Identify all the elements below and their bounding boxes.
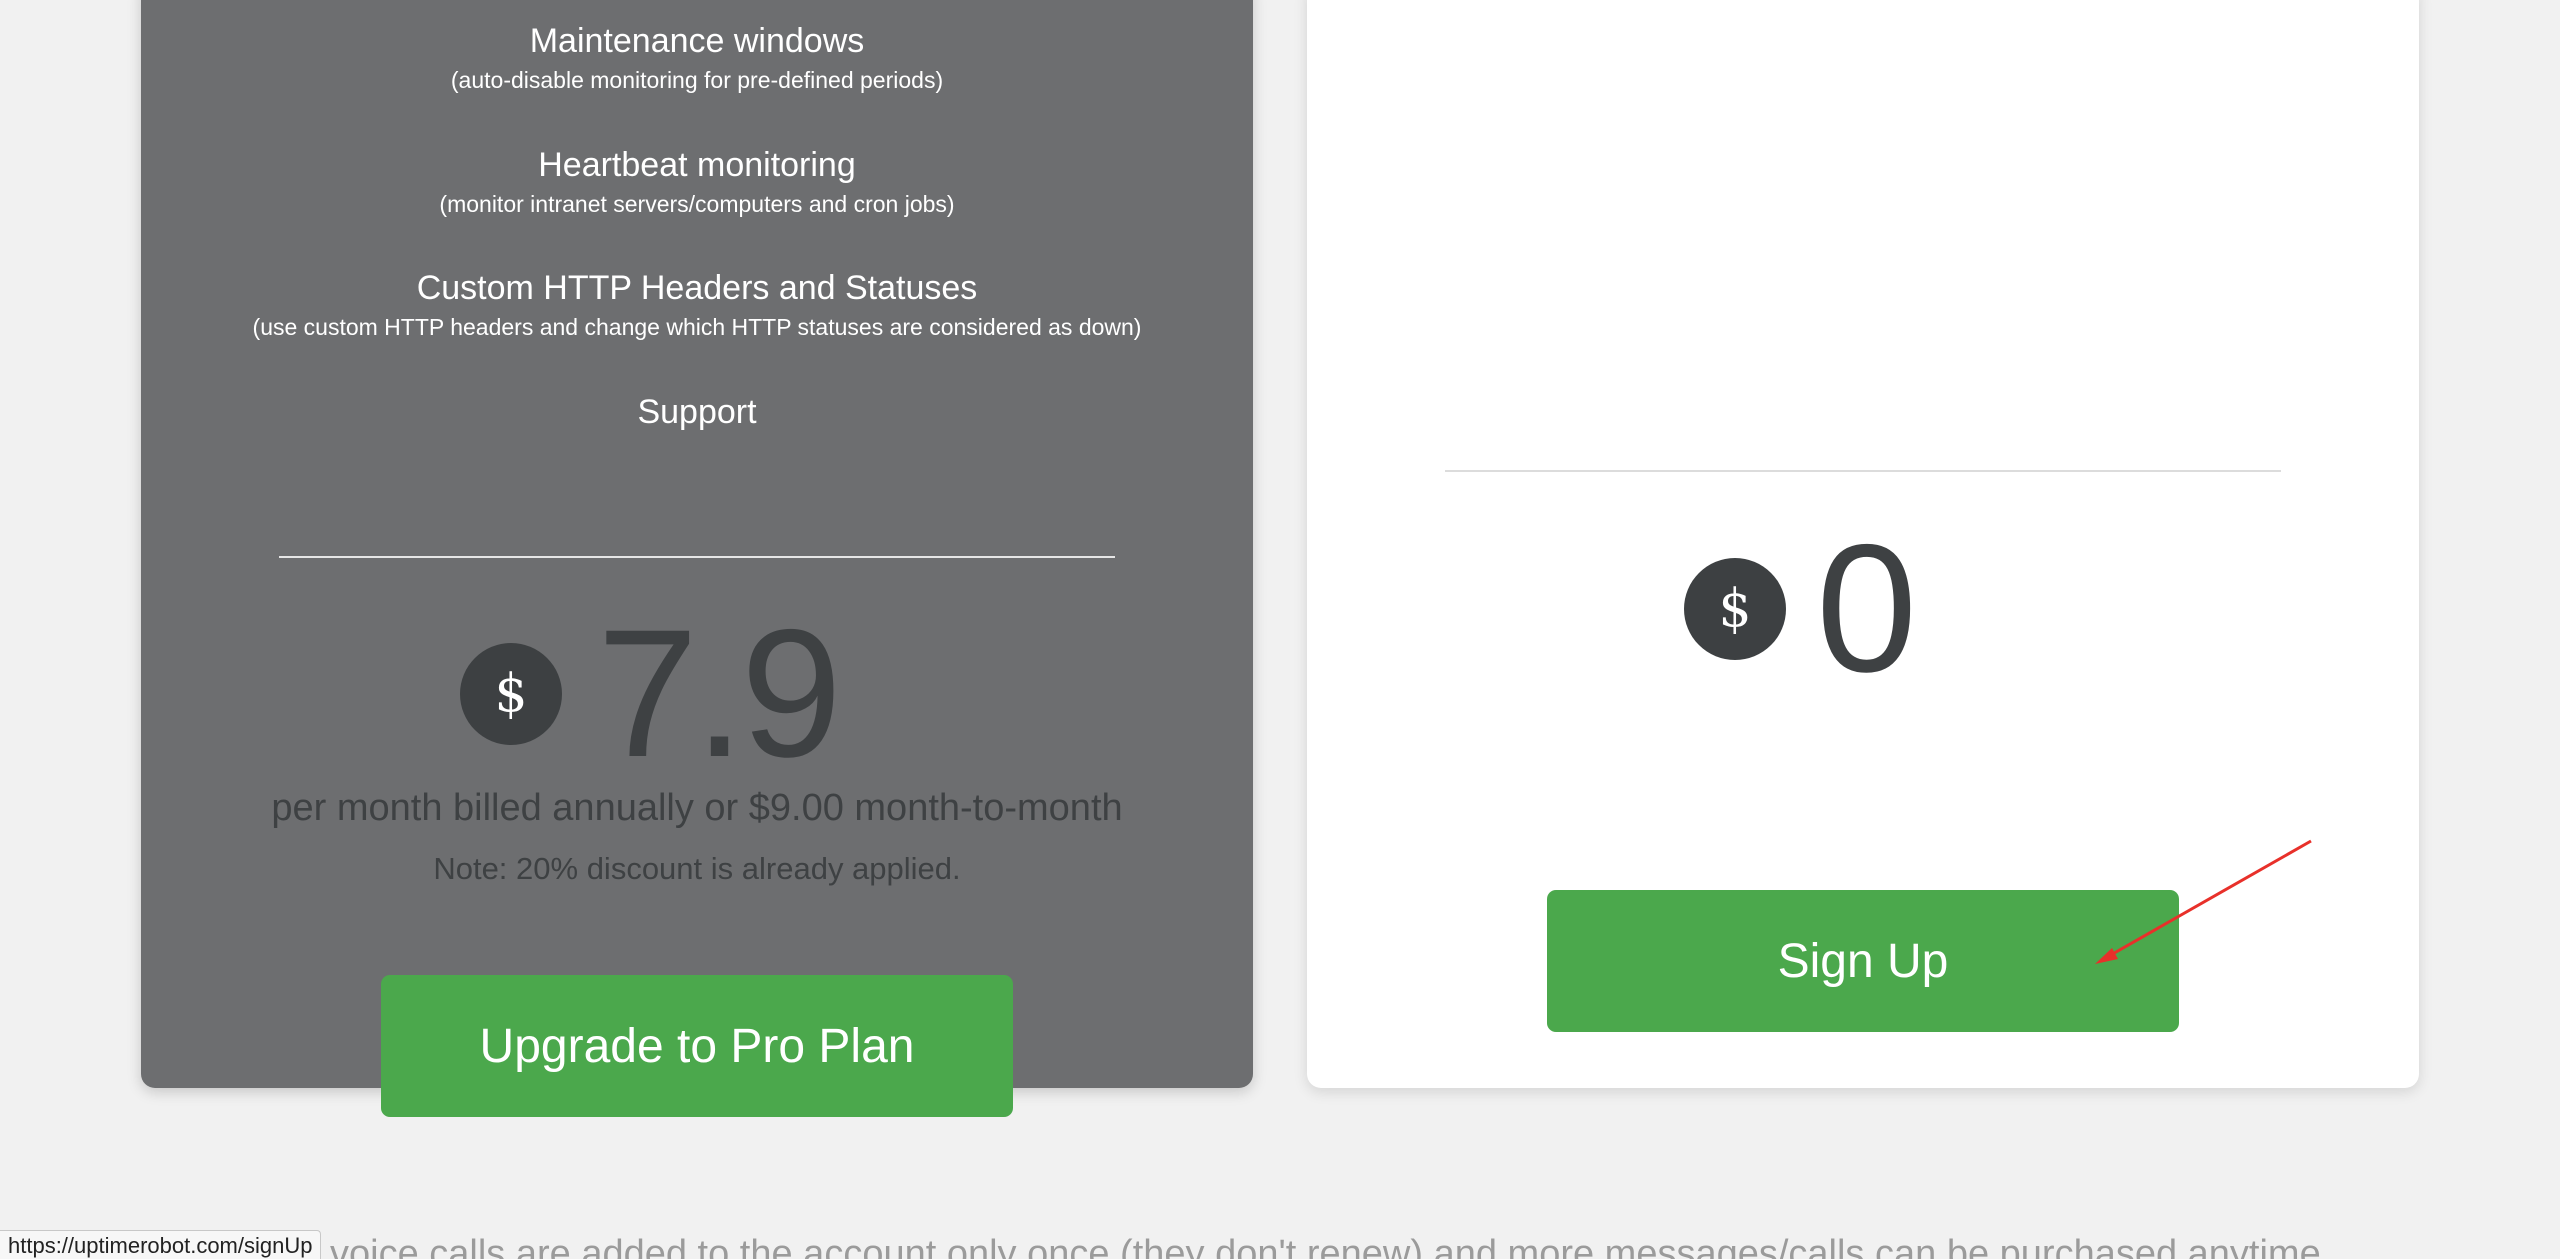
sign-up-button[interactable]: Sign Up — [1547, 890, 2179, 1032]
feature-heartbeat-monitoring: Heartbeat monitoring (monitor intranet s… — [141, 145, 1253, 219]
feature-maintenance-windows: Maintenance windows (auto-disable monito… — [141, 21, 1253, 95]
footer-note-text: voice calls are added to the account onl… — [330, 1233, 2332, 1259]
pro-plan-divider — [279, 556, 1115, 558]
feature-title: Maintenance windows — [529, 22, 865, 60]
pro-plan-card: Maintenance windows (auto-disable monito… — [141, 0, 1253, 1088]
pricing-page: Maintenance windows (auto-disable monito… — [0, 0, 2560, 1259]
status-bar-url: https://uptimerobot.com/signUp — [0, 1230, 322, 1259]
pro-plan-billing-text: per month billed annually or $9.00 month… — [271, 787, 1123, 829]
feature-support: Support — [141, 392, 1253, 432]
feature-description: (use custom HTTP headers and change whic… — [252, 314, 1142, 340]
dollar-icon: $ — [460, 643, 562, 745]
upgrade-to-pro-button[interactable]: Upgrade to Pro Plan — [381, 975, 1013, 1117]
dollar-icon: $ — [1684, 558, 1786, 660]
pro-plan-discount-note: Note: 20% discount is already applied. — [433, 851, 961, 886]
free-plan-card: $ 0 Sign Up — [1307, 0, 2419, 1088]
pro-plan-price: 7.9 — [597, 591, 842, 795]
free-plan-price: 0 — [1816, 506, 1917, 710]
feature-description: (monitor intranet servers/computers and … — [439, 191, 955, 217]
free-plan-divider — [1445, 470, 2281, 472]
feature-custom-http-headers: Custom HTTP Headers and Statuses (use cu… — [141, 268, 1253, 342]
feature-title: Heartbeat monitoring — [538, 146, 856, 184]
feature-title: Custom HTTP Headers and Statuses — [416, 269, 978, 307]
feature-description: (auto-disable monitoring for pre-defined… — [450, 67, 944, 93]
feature-title: Support — [637, 393, 757, 431]
